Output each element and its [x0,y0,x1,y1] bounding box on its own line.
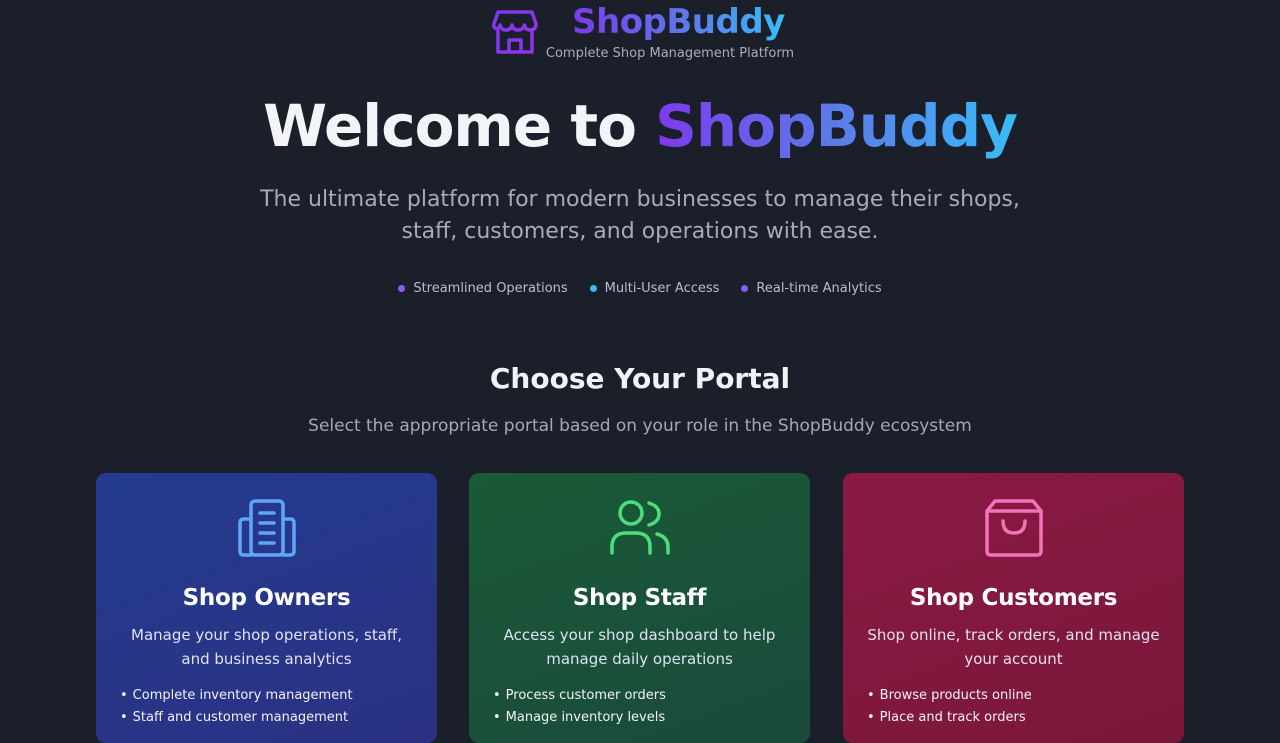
card-description: Shop online, track orders, and manage yo… [867,626,1160,668]
portal-card-shop-staff[interactable]: Shop Staff Access your shop dashboard to… [469,473,810,743]
brand-name[interactable]: ShopBuddy [572,2,785,42]
hero-subtitle: The ultimate platform for modern busines… [260,187,1020,244]
card-feature-list: Browse products online Place and track o… [867,685,1167,729]
feature-label: Real-time Analytics [756,280,882,296]
list-item: Staff and customer management [120,707,420,729]
portal-card-shop-customers[interactable]: Shop Customers Shop online, track orders… [843,473,1184,743]
building-icon [238,499,296,557]
feature-label: Streamlined Operations [413,280,568,296]
portal-subtitle: Select the appropriate portal based on y… [308,416,972,436]
portal-title: Choose Your Portal [489,362,791,395]
brand-header: ShopBuddy Complete Shop Management Platf… [0,0,1280,70]
card-title: Shop Staff [572,585,707,611]
shopping-bag-icon [985,499,1043,557]
feature-list: Streamlined Operations Multi-User Access… [0,278,1280,298]
list-item: Complete inventory management [120,685,420,707]
feature-dot [398,284,406,292]
list-item: Process customer orders [493,685,793,707]
portal-card-shop-owners[interactable]: Shop Owners Manage your shop operations,… [96,473,437,743]
hero-title-prefix: Welcome to [263,92,656,160]
list-item: Place and track orders [867,707,1167,729]
card-title: Shop Customers [909,585,1118,611]
hero-title: Welcome to ShopBuddy [0,92,1280,160]
list-item: Manage inventory levels [493,707,793,729]
card-description: Access your shop dashboard to help manag… [503,626,776,668]
card-feature-list: Complete inventory management Staff and … [120,685,420,729]
card-feature-list: Process customer orders Manage inventory… [493,685,793,729]
list-item: Browse products online [867,685,1167,707]
feature-item: Real-time Analytics [741,278,882,298]
feature-item: Streamlined Operations [398,278,568,298]
card-title: Shop Owners [182,585,351,611]
users-icon [610,500,670,555]
feature-label: Multi-User Access [604,280,720,296]
feature-dot [589,284,597,292]
brand-tagline: Complete Shop Management Platform [545,46,795,61]
feature-item: Multi-User Access [589,278,720,298]
card-description: Manage your shop operations, staff, and … [131,626,402,668]
feature-dot [741,284,749,292]
hero-title-brand: ShopBuddy [655,92,1018,160]
